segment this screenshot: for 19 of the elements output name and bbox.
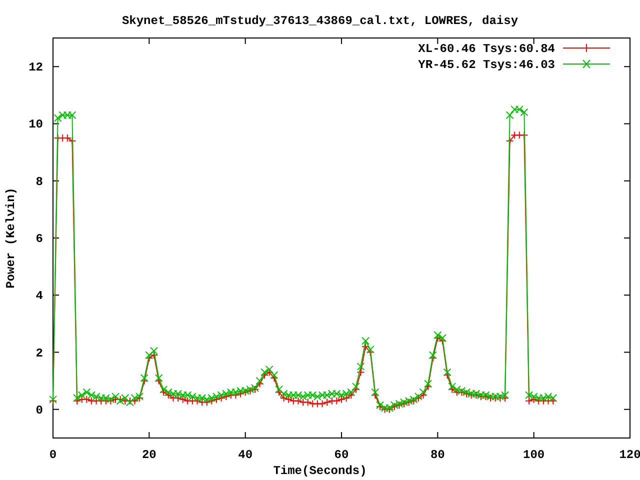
tick-label: 4 [36, 289, 43, 304]
tick-label: 120 [619, 448, 640, 462]
tick-label: 80 [430, 448, 445, 462]
tick-label: 0 [49, 448, 57, 462]
legend-label: XL-60.46 Tsys:60.84 [418, 42, 555, 56]
tick-label: 40 [238, 448, 253, 462]
tick-label: 0 [36, 403, 43, 418]
chart-title: Skynet_58526_mTstudy_37613_43869_cal.txt, LOWRES, daisy [122, 14, 518, 28]
axis-label: Time(Seconds) [273, 464, 367, 478]
tick-label: 100 [523, 448, 545, 462]
tick-label: 10 [28, 118, 43, 132]
tick-label: 8 [36, 174, 43, 189]
tick-label: 12 [28, 60, 43, 75]
tick-label: 60 [334, 448, 349, 462]
tick-label: 20 [142, 448, 156, 462]
tick-label: 2 [36, 346, 43, 360]
axis-label: Power (Kelvin) [4, 188, 18, 288]
legend-label: YR-45.62 Tsys:46.03 [418, 58, 555, 72]
tick-label: 6 [36, 232, 43, 246]
